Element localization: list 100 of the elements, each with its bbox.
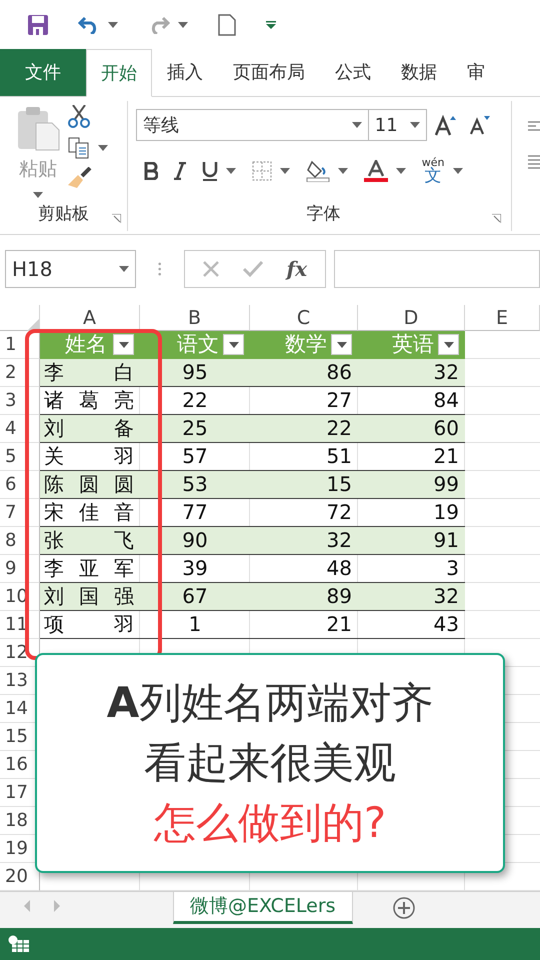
italic-icon[interactable] [174, 162, 186, 180]
launcher-icon[interactable] [112, 214, 121, 223]
name-cell: 陈圆圆 [40, 471, 140, 499]
font-color-icon[interactable] [364, 160, 388, 182]
new-document-icon[interactable] [218, 14, 236, 36]
group-label: 字体 [306, 202, 340, 226]
score-cell: 1 [140, 611, 250, 639]
ribbon-tab[interactable]: 插入 [152, 49, 218, 96]
column-header[interactable]: E [465, 305, 540, 331]
ribbon-tab[interactable]: 公式 [320, 49, 386, 96]
row-header[interactable]: 9 [5, 558, 16, 579]
align-left-icon[interactable] [528, 155, 540, 169]
caret-icon [444, 342, 454, 348]
score-cell: 43 [358, 611, 465, 639]
caret-icon[interactable] [410, 122, 420, 128]
borders-icon[interactable] [252, 161, 272, 181]
insert-function-button[interactable]: fx [286, 254, 308, 284]
grip-icon [158, 261, 162, 277]
callout-text: A列姓名两端对齐 [106, 677, 434, 729]
caret-icon [336, 342, 346, 348]
clipboard-icon [16, 105, 60, 151]
callout-text: 看起来很美观 [144, 737, 396, 789]
column-heading: 语文 [177, 330, 219, 358]
row-header[interactable]: 16 [5, 754, 28, 775]
font-name-field[interactable]: 等线 [136, 109, 369, 141]
filter-button[interactable] [438, 334, 459, 355]
row-header[interactable]: 2 [5, 362, 16, 383]
caret-icon[interactable] [452, 168, 462, 174]
score-cell: 15 [250, 471, 358, 499]
add-sheet-icon[interactable] [392, 897, 415, 919]
score-cell: 25 [140, 415, 250, 443]
align-top-icon[interactable] [528, 121, 540, 131]
score-cell: 32 [358, 583, 465, 611]
filter-button[interactable] [113, 334, 134, 355]
bold-icon[interactable] [144, 162, 158, 180]
increase-font-icon[interactable] [434, 114, 457, 136]
phonetic-button[interactable]: wén 文 [422, 157, 444, 185]
row-header[interactable]: 15 [5, 726, 28, 747]
sheet-tab[interactable]: 微博@EXCELers [173, 892, 353, 924]
caret-icon[interactable] [98, 145, 108, 151]
ribbon-tab[interactable]: 数据 [386, 49, 452, 96]
fill-color-icon[interactable] [306, 160, 330, 182]
caret-icon[interactable] [226, 168, 236, 174]
name-cell: 李白 [40, 359, 140, 387]
caret-icon[interactable] [33, 192, 43, 198]
caret-icon[interactable] [119, 266, 130, 272]
caret-icon[interactable] [178, 22, 188, 28]
callout-text: 怎么做到的? [154, 797, 386, 849]
customize-caret-icon[interactable] [266, 21, 276, 29]
caret-icon[interactable] [352, 122, 362, 128]
font-size-field[interactable]: 11 [368, 109, 427, 141]
score-cell: 21 [250, 611, 358, 639]
ribbon-tab[interactable]: 审 [452, 49, 500, 96]
caret-icon[interactable] [338, 168, 348, 174]
copy-icon[interactable] [68, 137, 90, 159]
filter-button[interactable] [331, 334, 352, 355]
ribbon-tab[interactable]: 开始 [86, 49, 152, 97]
row-header[interactable]: 1 [5, 334, 16, 355]
formula-input[interactable] [334, 250, 540, 288]
column-header[interactable]: D [358, 305, 465, 331]
name-cell: 刘国强 [40, 583, 140, 611]
caret-icon[interactable] [108, 22, 118, 28]
row-header[interactable]: 17 [5, 782, 28, 803]
row-header[interactable]: 8 [5, 530, 16, 551]
row-header[interactable]: 13 [5, 670, 28, 691]
score-cell: 90 [140, 527, 250, 555]
row-header[interactable]: 19 [5, 838, 28, 859]
row-header[interactable]: 6 [5, 474, 16, 495]
score-cell: 91 [358, 527, 465, 555]
underline-icon[interactable] [202, 161, 218, 181]
save-icon[interactable] [28, 15, 48, 35]
name-cell: 项羽 [40, 611, 140, 639]
row-header[interactable]: 5 [5, 446, 16, 467]
launcher-icon[interactable] [492, 214, 501, 223]
ribbon-tab[interactable]: 页面布局 [218, 49, 320, 96]
caret-icon[interactable] [396, 168, 406, 174]
scissors-icon[interactable] [68, 105, 90, 129]
brush-icon[interactable] [68, 167, 92, 189]
decrease-font-icon[interactable] [468, 115, 491, 135]
macro-record-icon[interactable] [8, 935, 30, 953]
group-label: 剪贴板 [38, 202, 89, 226]
row-header[interactable]: 4 [5, 418, 16, 439]
column-header[interactable]: C [250, 305, 358, 331]
score-cell: 67 [140, 583, 250, 611]
row-header[interactable]: 14 [5, 698, 28, 719]
score-cell: 89 [250, 583, 358, 611]
file-tab[interactable]: 文件 [0, 49, 86, 96]
column-heading: 英语 [392, 330, 434, 358]
name-box[interactable]: H18 [5, 250, 136, 288]
row-header[interactable]: 12 [5, 642, 28, 663]
caret-icon [118, 342, 128, 348]
column-heading: 姓名 [65, 330, 107, 358]
row-header[interactable]: 18 [5, 810, 28, 831]
filter-button[interactable] [223, 334, 244, 355]
row-header[interactable]: 7 [5, 502, 16, 523]
row-header[interactable]: 11 [5, 614, 28, 635]
score-cell: 32 [358, 359, 465, 387]
row-header[interactable]: 3 [5, 390, 16, 411]
row-header[interactable]: 20 [5, 866, 28, 887]
caret-icon[interactable] [280, 168, 290, 174]
